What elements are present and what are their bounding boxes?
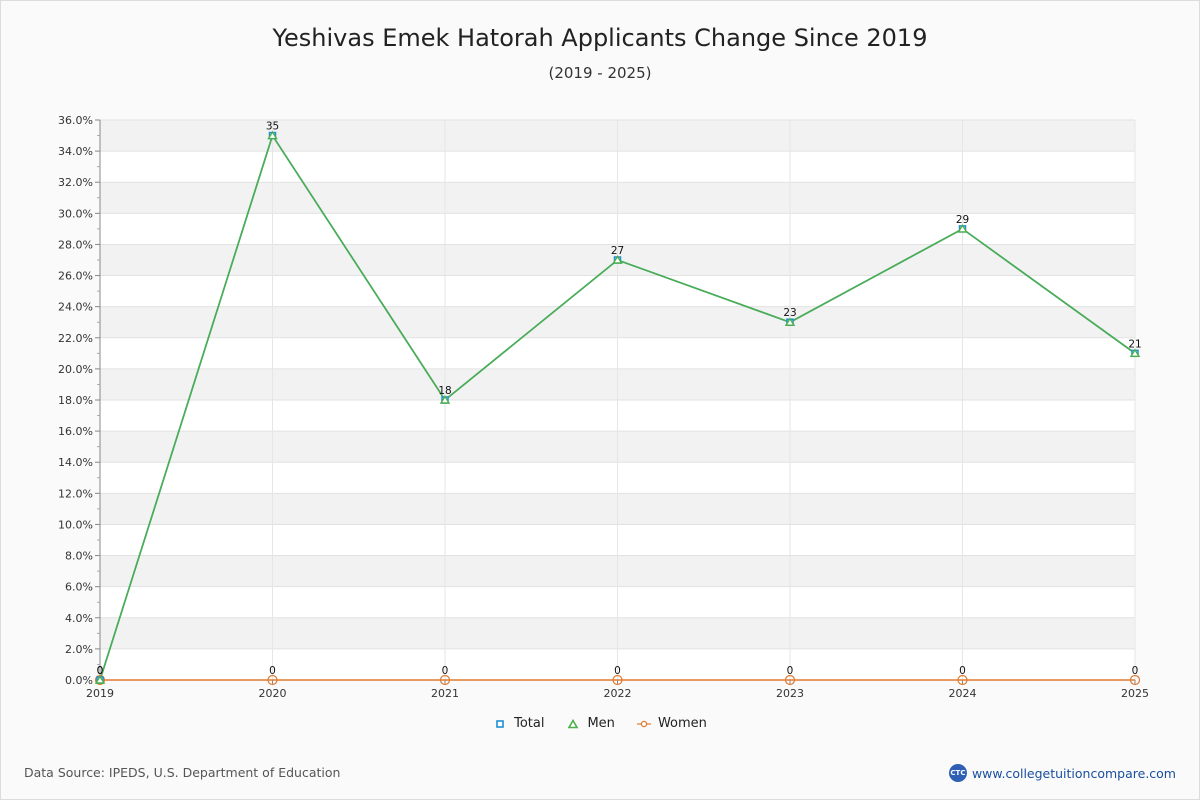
legend-item-total[interactable]: Total [493,716,544,731]
y-tick-label: 36.0% [58,114,93,127]
total-data-label: 18 [438,385,451,397]
women-data-label: 0 [1132,665,1139,677]
legend-label-men: Men [587,716,615,731]
x-tick-label: 2019 [86,687,114,700]
total-data-label: 21 [1128,338,1141,350]
y-tick-label: 16.0% [58,425,93,438]
women-data-label: 0 [614,665,621,677]
x-tick-label: 2024 [949,687,977,700]
brand-logo-icon: CTC [948,764,967,782]
circle-marker-icon [636,720,651,727]
y-tick-label: 34.0% [58,145,93,158]
legend-item-women[interactable]: Women [636,716,707,731]
data-source: Data Source: IPEDS, U.S. Department of E… [24,765,341,780]
x-tick-label: 2023 [776,687,804,700]
y-tick-label: 4.0% [65,612,93,625]
y-tick-label: 24.0% [58,301,93,314]
y-tick-label: 6.0% [65,581,93,594]
y-tick-label: 18.0% [58,394,93,407]
x-tick-label: 2020 [259,687,287,700]
y-tick-label: 20.0% [58,363,93,376]
women-data-label: 0 [97,665,104,677]
brand-url: www.collegetuitioncompare.com [971,765,1176,781]
triangle-marker-icon [568,718,579,728]
y-tick-label: 14.0% [58,456,93,469]
x-tick-label: 2025 [1121,687,1149,700]
line-chart: 0.0% 2.0% 4.0% 6.0% 8.0% 10.0% 12.0% 14.0% 16.0%… [58,114,1149,700]
x-tick-label: 2022 [604,687,632,700]
total-data-label: 27 [611,245,624,257]
y-tick-label: 10.0% [58,518,93,531]
y-tick-label: 8.0% [65,550,93,563]
women-data-label: 0 [269,665,276,677]
total-data-label: 29 [956,214,969,226]
legend: Total Men Women [0,716,1200,731]
total-data-label: 35 [266,121,279,133]
legend-item-men[interactable]: Men [566,716,615,731]
square-marker-icon [496,719,504,728]
y-tick-label: 12.0% [58,487,93,500]
y-tick-label: 0.0% [65,674,93,687]
women-data-label: 0 [442,665,449,677]
women-data-label: 0 [787,665,794,677]
legend-label-women: Women [657,716,707,731]
brand-link[interactable]: CTC www.collegetuitioncompare.com [948,764,1176,782]
total-data-label: 23 [783,307,796,319]
y-tick-label: 26.0% [58,270,93,283]
x-tick-label: 2021 [431,687,459,700]
y-tick-label: 2.0% [65,643,93,656]
women-data-label: 0 [959,665,966,677]
y-tick-label: 32.0% [58,176,93,189]
y-tick-label: 28.0% [58,238,93,251]
y-tick-label: 22.0% [58,332,93,345]
y-tick-label: 30.0% [58,207,93,220]
legend-label-total: Total [514,716,545,731]
